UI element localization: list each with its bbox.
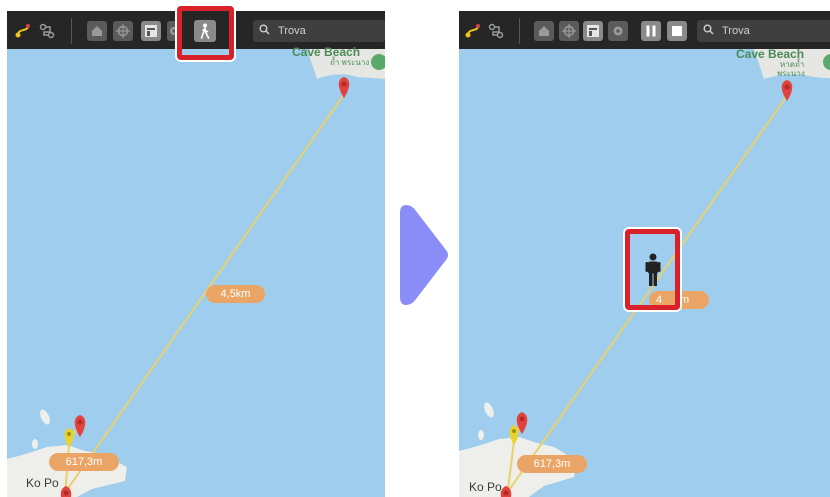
search-icon (259, 22, 270, 40)
pause-icon[interactable] (641, 21, 661, 41)
toolbar-separator (519, 18, 520, 44)
distance-label-short: 617,3m (49, 453, 119, 471)
crosshair-icon[interactable] (559, 21, 579, 41)
map-marker-yellow[interactable] (64, 428, 74, 448)
islet (32, 439, 38, 449)
map-marker-red[interactable] (338, 77, 350, 98)
route-outline-icon[interactable] (37, 21, 57, 41)
map-toolbar: Trova (459, 11, 830, 49)
home-icon[interactable] (87, 21, 107, 41)
search-box[interactable]: Trova (253, 20, 385, 42)
stop-icon[interactable] (667, 21, 687, 41)
map-marker-red[interactable] (781, 80, 793, 101)
beach-thai-label: พระนาง (777, 69, 805, 78)
distance-label-main: 4,5km (206, 285, 265, 303)
distance-label-short: 617,3m (517, 455, 587, 473)
beach-thai-label: หาดถ้ำ (780, 60, 805, 69)
route-pin-icon[interactable] (463, 21, 483, 41)
search-box[interactable]: Trova (697, 20, 830, 42)
panel-icon[interactable] (583, 21, 603, 41)
islet (40, 409, 50, 425)
route-outline-icon[interactable] (486, 21, 506, 41)
route-line (61, 92, 346, 497)
home-icon[interactable] (534, 21, 554, 41)
beach-thai-label: ถ้ำ พระนาง (330, 58, 370, 67)
highlight-frame-person (625, 229, 680, 310)
panel-icon[interactable] (141, 21, 161, 41)
left-screenshot: Trova Cave Beach ถ้ำ พระนาง 4,5km 617,3m… (7, 11, 385, 497)
beach-label: Cave Beach (736, 47, 805, 61)
islet (478, 430, 484, 440)
map-view[interactable]: Cave Beach ถ้ำ พระนาง 4,5km 617,3m Ko Po (7, 45, 385, 497)
gear-icon[interactable] (608, 21, 628, 41)
highlight-frame-walk-button (177, 6, 234, 60)
person-marker-icon[interactable] (644, 253, 662, 287)
search-placeholder: Trova (722, 25, 750, 37)
islet (484, 402, 494, 418)
place-label: Ko Po (469, 480, 502, 494)
map-graphics (7, 49, 385, 497)
beach-label: Cave Beach (292, 45, 361, 59)
search-icon (703, 22, 714, 40)
distance-label-main-end: m (680, 294, 690, 306)
place-label: Ko Po (26, 476, 59, 490)
route-pin-icon[interactable] (13, 21, 33, 41)
toolbar-separator (71, 18, 72, 44)
search-placeholder: Trova (278, 25, 306, 37)
crosshair-icon[interactable] (113, 21, 133, 41)
transition-arrow (400, 205, 450, 310)
map-marker-red[interactable] (74, 415, 86, 437)
